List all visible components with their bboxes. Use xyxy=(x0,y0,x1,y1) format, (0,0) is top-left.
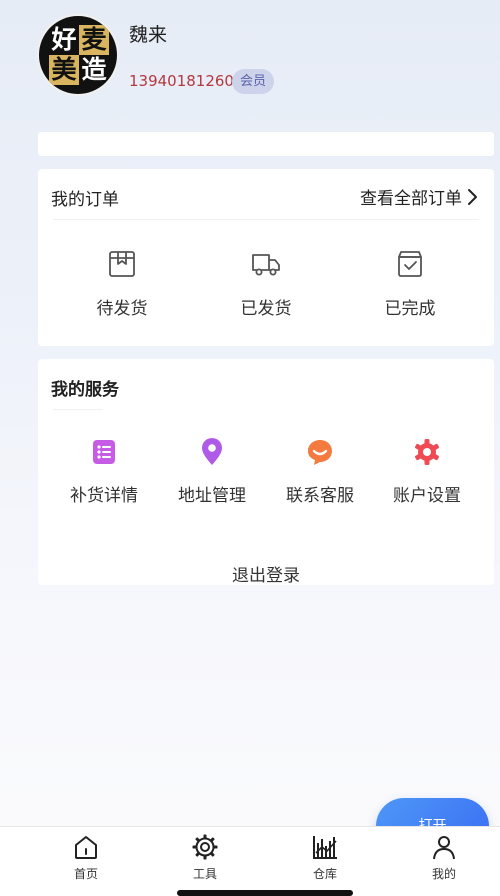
tab-warehouse[interactable]: 仓库 xyxy=(285,833,365,882)
chevron-right-icon xyxy=(468,188,477,205)
service-address-management[interactable]: 地址管理 xyxy=(162,437,262,507)
avatar-char: 麦 xyxy=(79,25,109,55)
avatar[interactable]: 好 麦 美 造 xyxy=(39,16,117,94)
service-label: 账户设置 xyxy=(393,486,461,506)
tab-label: 首页 xyxy=(73,867,98,881)
service-customer-support[interactable]: 联系客服 xyxy=(270,437,370,507)
warehouse-chart-icon xyxy=(313,836,337,859)
info-strip xyxy=(38,132,494,156)
tab-label: 工具 xyxy=(192,867,217,881)
service-label: 联系客服 xyxy=(286,486,354,506)
orders-title: 我的订单 xyxy=(51,190,119,210)
orders-card: 我的订单 查看全部订单 待发货 已发货 已完成 xyxy=(38,169,494,346)
view-all-label: 查看全部订单 xyxy=(360,189,462,209)
person-icon xyxy=(433,836,455,860)
list-icon xyxy=(93,440,115,464)
order-status-label: 待发货 xyxy=(96,299,148,319)
service-label: 补货详情 xyxy=(70,486,138,506)
services-card: 我的服务 补货详情 地址管理 联系客服 账户设置 xyxy=(38,359,494,585)
profile-header: 好 麦 美 造 魏来 13940181260 会员 xyxy=(0,0,500,130)
gear-icon xyxy=(415,439,439,465)
service-restock-details[interactable]: 补货详情 xyxy=(54,437,154,507)
location-pin-icon xyxy=(202,438,222,465)
view-all-orders-link[interactable]: 查看全部订单 xyxy=(360,184,478,209)
logout-button[interactable]: 退出登录 xyxy=(38,560,494,592)
service-account-settings[interactable]: 账户设置 xyxy=(377,437,477,507)
home-icon xyxy=(75,836,97,859)
tab-label: 仓库 xyxy=(312,867,337,881)
order-status-label: 已发货 xyxy=(240,299,292,319)
divider xyxy=(53,409,103,410)
gear-icon xyxy=(192,834,218,860)
order-shipped[interactable]: 已发货 xyxy=(211,249,321,324)
avatar-char: 造 xyxy=(81,55,107,84)
tab-tools[interactable]: 工具 xyxy=(165,833,245,882)
bottom-tab-bar: 首页 工具 仓库 我的 xyxy=(0,826,500,896)
user-phone: 13940181260 xyxy=(129,72,234,90)
user-name: 魏来 xyxy=(129,24,168,46)
divider xyxy=(53,219,479,220)
tab-mine[interactable]: 我的 xyxy=(404,833,484,882)
service-label: 地址管理 xyxy=(178,486,246,506)
home-indicator xyxy=(177,890,353,896)
tab-home[interactable]: 首页 xyxy=(46,833,126,882)
avatar-char: 好 xyxy=(51,25,77,54)
truck-icon xyxy=(252,254,280,276)
tab-label: 我的 xyxy=(431,867,456,881)
order-status-label: 已完成 xyxy=(384,299,436,319)
order-completed[interactable]: 已完成 xyxy=(355,249,465,324)
bag-check-icon xyxy=(398,251,422,277)
customer-service-icon xyxy=(308,440,332,465)
services-title: 我的服务 xyxy=(51,380,119,400)
package-icon xyxy=(109,251,135,277)
member-badge: 会员 xyxy=(232,69,275,94)
order-pending-shipment[interactable]: 待发货 xyxy=(67,249,177,324)
avatar-char: 美 xyxy=(49,55,79,85)
